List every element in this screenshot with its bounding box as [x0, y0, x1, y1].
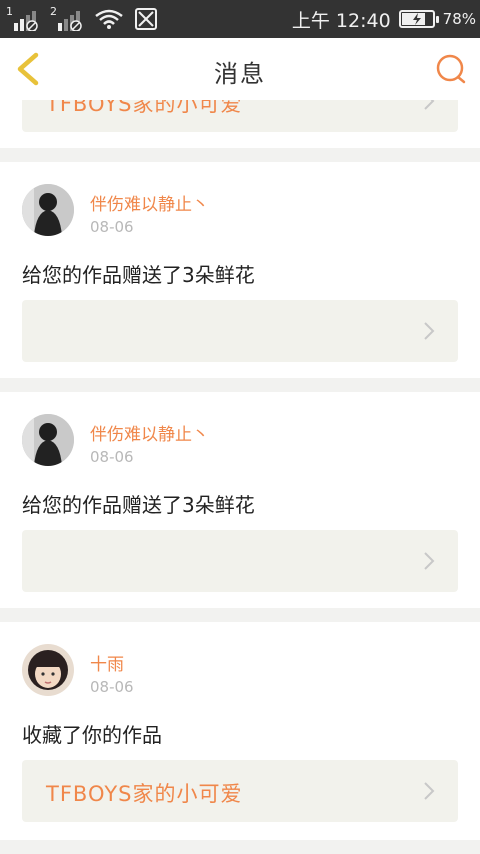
notification-card: 十雨 08-06 收藏了你的作品 TFBOYS家的小可爱	[0, 622, 480, 840]
referenced-work[interactable]	[22, 530, 458, 592]
notification-date: 08-06	[90, 678, 134, 696]
user-name[interactable]: 伴伤难以静止丶	[90, 420, 209, 445]
notification-message: 给您的作品赠送了3朵鲜花	[22, 263, 255, 287]
chevron-right-icon	[424, 100, 435, 110]
chevron-right-icon	[424, 552, 435, 570]
avatar[interactable]	[22, 644, 74, 696]
notification-date: 08-06	[90, 218, 134, 236]
page-title: 消息	[214, 60, 266, 88]
notification-card: 伴伤难以静止丶 08-06 给您的作品赠送了3朵鲜花	[0, 162, 480, 378]
notification-date: 08-06	[90, 448, 134, 466]
referenced-work-title: TFBOYS家的小可爱	[46, 100, 243, 116]
title-bar: 消息	[0, 38, 480, 101]
referenced-work[interactable]: TFBOYS家的小可爱	[22, 100, 458, 132]
notification-card: TFBOYS家的小可爱	[0, 100, 480, 148]
wifi-icon	[95, 9, 123, 29]
notification-card: 伴伤难以静止丶 08-06 给您的作品赠送了3朵鲜花	[0, 392, 480, 608]
status-time: 上午 12:40	[291, 9, 391, 32]
notification-message: 给您的作品赠送了3朵鲜花	[22, 493, 255, 517]
no-sim-icon	[135, 8, 157, 30]
referenced-work[interactable]: TFBOYS家的小可爱	[22, 760, 458, 822]
sim1-signal-icon: 1	[6, 5, 40, 31]
search-icon[interactable]	[434, 52, 468, 86]
status-bar: 1 2 上午 12:40 78%	[0, 0, 480, 38]
notification-message: 收藏了你的作品	[22, 723, 162, 747]
notification-list[interactable]: TFBOYS家的小可爱 伴伤难以静止丶 08-06 给您的作品赠送了3朵鲜花 伴…	[0, 100, 480, 854]
referenced-work-title: TFBOYS家的小可爱	[46, 782, 243, 806]
avatar[interactable]	[22, 414, 74, 466]
battery-icon	[398, 10, 439, 28]
user-name[interactable]: 十雨	[90, 650, 124, 675]
referenced-work[interactable]	[22, 300, 458, 362]
chevron-right-icon	[424, 782, 435, 800]
chevron-right-icon	[424, 322, 435, 340]
battery-percent: 78%	[442, 10, 476, 28]
avatar[interactable]	[22, 184, 74, 236]
user-name[interactable]: 伴伤难以静止丶	[90, 190, 209, 215]
sim2-signal-icon: 2	[50, 5, 84, 31]
